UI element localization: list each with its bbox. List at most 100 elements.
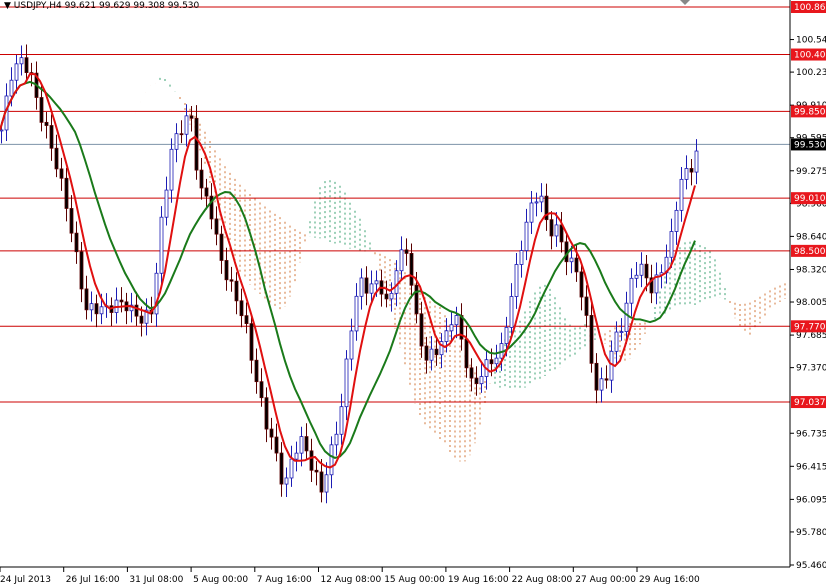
candle-body: [164, 189, 169, 218]
candle-body: [554, 224, 559, 237]
candle-body: [239, 300, 244, 317]
candle-body: [599, 378, 604, 391]
candle-body: [434, 348, 439, 356]
candle-body: [264, 397, 269, 430]
candle-body: [89, 303, 94, 311]
candle-body: [354, 295, 359, 332]
candle-body: [509, 296, 514, 328]
time-tick-label: 27 Aug 00:00: [575, 575, 636, 585]
candle-body: [299, 436, 304, 454]
candle-body: [634, 274, 639, 279]
candle-body: [584, 296, 589, 316]
candle-body: [79, 251, 84, 290]
candle-body: [254, 359, 259, 383]
candle-body: [579, 271, 584, 298]
candle-body: [224, 260, 229, 281]
candle-body: [694, 150, 699, 173]
candle-body: [139, 315, 144, 324]
candle-body: [99, 306, 104, 315]
candle-body: [534, 201, 539, 204]
candle-body: [444, 330, 449, 342]
time-tick-label: 19 Aug 16:00: [448, 575, 509, 585]
candle-body: [324, 474, 329, 493]
level-price-label: 100.860: [794, 3, 826, 13]
candle-body: [524, 221, 529, 251]
candle-body: [69, 208, 74, 234]
candle-body: [309, 450, 314, 471]
time-tick-label: 29 Aug 16:00: [639, 575, 700, 585]
candle-body: [334, 433, 339, 446]
price-tick-label: 100.230: [796, 68, 826, 78]
candle-body: [9, 79, 14, 97]
chart-shift-marker-icon: [680, 0, 690, 5]
candle-body: [674, 209, 679, 232]
candle-body: [414, 284, 419, 315]
candle-body: [234, 280, 239, 302]
candle-body: [49, 125, 54, 149]
price-tick-label: 96.415: [796, 462, 826, 472]
candle-body: [394, 270, 399, 294]
candle-body: [404, 249, 409, 254]
candle-body: [84, 288, 89, 311]
time-tick-label: 15 Aug 00:00: [384, 575, 445, 585]
candle-body: [159, 216, 164, 274]
chart-window: 100.545100.23099.91099.59599.27598.96098…: [0, 0, 826, 587]
price-chart[interactable]: 100.545100.23099.91099.59599.27598.96098…: [0, 0, 826, 587]
candle-body: [349, 330, 354, 360]
time-tick-label: 22 Aug 08:00: [512, 575, 573, 585]
candle-body: [454, 315, 459, 326]
candle-body: [279, 452, 284, 485]
level-price-label: 99.850: [794, 107, 826, 117]
candle-body: [574, 257, 579, 273]
low-value: 99.308: [133, 1, 165, 11]
level-price-label: 100.400: [794, 51, 826, 61]
open-value: 99.621: [64, 1, 97, 11]
candle-body: [374, 280, 379, 285]
candle-body: [409, 253, 414, 286]
close-value: 99.530: [167, 1, 200, 11]
candle-body: [19, 57, 24, 65]
candle-body: [529, 202, 534, 223]
time-tick-label: 26 Jul 16:00: [66, 575, 120, 585]
candle-body: [294, 452, 299, 460]
candle-body: [14, 63, 19, 81]
candle-body: [229, 279, 234, 282]
price-tick-label: 97.370: [796, 364, 826, 374]
candle-body: [464, 338, 469, 369]
candle-body: [179, 133, 184, 136]
price-tick-label: 97.685: [796, 331, 826, 341]
candle-body: [284, 477, 289, 485]
candle-body: [169, 148, 174, 191]
candle-body: [389, 292, 394, 300]
symbol-timeframe: USDJPY,H4: [13, 1, 62, 11]
chart-title: ▼ USDJPY,H4 99.621 99.629 99.308 99.530: [4, 1, 199, 11]
candle-body: [474, 377, 479, 385]
candle-body: [614, 331, 619, 352]
candle-body: [549, 219, 554, 237]
collapse-triangle-icon[interactable]: ▼: [4, 1, 14, 11]
price-tick-label: 96.735: [796, 429, 826, 439]
candle-body: [59, 168, 64, 179]
price-tick-label: 98.640: [796, 232, 826, 242]
candle-body: [134, 304, 139, 317]
candle-body: [194, 117, 199, 171]
candle-body: [344, 358, 349, 408]
candle-body: [424, 345, 429, 361]
candle-body: [329, 444, 334, 476]
price-tick-label: 96.095: [796, 495, 826, 505]
candle-body: [629, 277, 634, 304]
candle-body: [304, 436, 309, 452]
candle-body: [314, 469, 319, 473]
candle-body: [604, 378, 609, 381]
time-tick-label: 7 Aug 16:00: [257, 575, 312, 585]
price-tick-label: 100.545: [796, 36, 826, 46]
candle-body: [364, 277, 369, 294]
candle-body: [259, 381, 264, 399]
candle-body: [214, 218, 219, 235]
candle-body: [399, 249, 404, 272]
candle-body: [319, 471, 324, 493]
candle-body: [219, 233, 224, 261]
candle-body: [559, 224, 564, 243]
candle-body: [249, 323, 254, 361]
candle-body: [54, 147, 59, 170]
